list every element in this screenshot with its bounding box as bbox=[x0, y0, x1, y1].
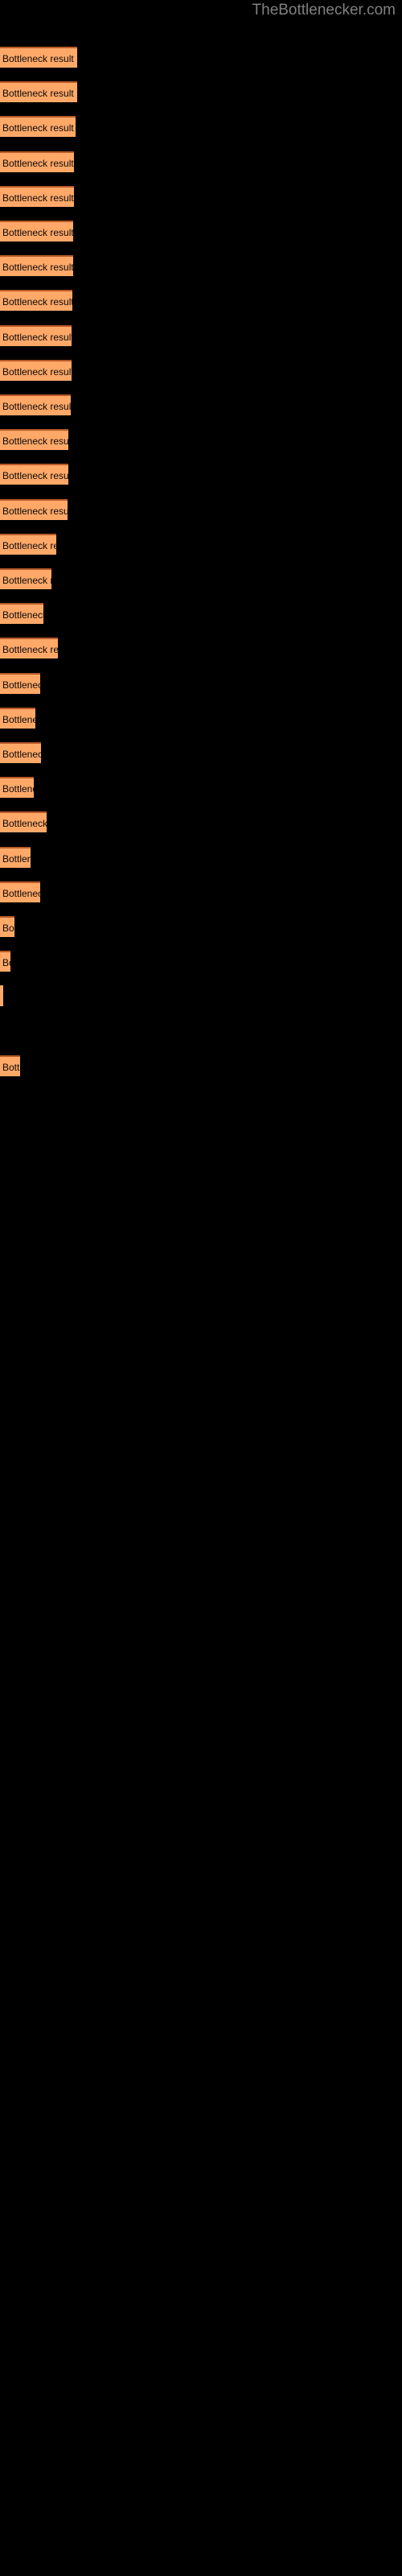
bar-row: Bottleneck result bbox=[0, 777, 402, 799]
bar-row: Bottleneck result bbox=[0, 568, 402, 589]
bar-label: Bottleneck result bbox=[2, 296, 72, 308]
bar[interactable]: Bottleneck result bbox=[0, 638, 58, 659]
bar-label: Bottleneck result bbox=[2, 713, 35, 725]
bar-label: Bottleneck result bbox=[2, 957, 10, 969]
bar-label: Bottleneck result bbox=[2, 157, 74, 169]
bar-label: Bottleneck result bbox=[2, 53, 74, 64]
bar-label: Bottleneck result bbox=[2, 365, 72, 378]
bar-label: Bottleneck result bbox=[2, 818, 47, 830]
bar-label: Bottleneck result bbox=[2, 575, 51, 586]
bar-label: Bottleneck result bbox=[2, 923, 14, 934]
bar-row: Bottleneck result bbox=[0, 81, 402, 103]
bar-label: Bottleneck result bbox=[2, 470, 68, 482]
bar-row: Bottleneck result bbox=[0, 1021, 402, 1042]
bar[interactable]: Bottleneck result bbox=[0, 707, 35, 729]
bar-row: Bottleneck result bbox=[0, 255, 402, 277]
bar-row: Bottleneck result bbox=[0, 464, 402, 485]
bar-row: Bottleneck result bbox=[0, 916, 402, 937]
bar-row: Bottleneck result bbox=[0, 324, 402, 346]
bar-row: Bottleneck result bbox=[0, 47, 402, 68]
bar[interactable]: Bottleneck result bbox=[0, 777, 34, 799]
bar[interactable]: Bottleneck result bbox=[0, 742, 41, 763]
bar-row: Bottleneck result bbox=[0, 151, 402, 172]
bar-label: Bottleneck result bbox=[2, 436, 68, 448]
bar[interactable]: Bottleneck result bbox=[0, 185, 74, 207]
bar[interactable]: Bottleneck result bbox=[0, 811, 47, 833]
bar-label: Bottleneck result bbox=[2, 227, 73, 238]
bar-row: Bottleneck result bbox=[0, 359, 402, 381]
bar[interactable]: Bottleneck result bbox=[0, 47, 77, 68]
bar-row: Bottleneck result bbox=[0, 811, 402, 833]
bar-label: Bottleneck result bbox=[2, 262, 73, 274]
bar-label: Bottleneck result bbox=[2, 852, 31, 865]
bar-row: Bottleneck result bbox=[0, 707, 402, 729]
bar-label: Bottleneck result bbox=[2, 505, 68, 517]
bar-row: Bottleneck result bbox=[0, 394, 402, 415]
bar[interactable]: Bottleneck result bbox=[0, 1055, 20, 1076]
bar-label: Bottleneck result bbox=[2, 609, 43, 621]
bar[interactable]: Bottleneck result bbox=[0, 916, 14, 937]
plot-area: Bottleneck result Bottleneck result Bottle… bbox=[0, 0, 402, 2576]
bar-label: Bottleneck result bbox=[2, 749, 41, 760]
bar[interactable]: Bottleneck result bbox=[0, 290, 72, 312]
bar[interactable]: Bottleneck result bbox=[0, 324, 72, 346]
bar[interactable]: Bottleneck result bbox=[0, 151, 74, 172]
bar[interactable]: Bottleneck result bbox=[0, 985, 3, 1007]
bar[interactable]: Bottleneck result bbox=[0, 568, 51, 589]
bar-label: Bottleneck result bbox=[2, 887, 40, 899]
bar-row: Bottleneck result bbox=[0, 846, 402, 868]
bar[interactable]: Bottleneck result bbox=[0, 951, 10, 972]
bar[interactable]: Bottleneck result bbox=[0, 881, 40, 902]
bar-row: Bottleneck result bbox=[0, 985, 402, 1007]
bar[interactable]: Bottleneck result bbox=[0, 255, 73, 277]
bar[interactable]: Bottleneck result bbox=[0, 394, 71, 415]
bar[interactable]: Bottleneck result bbox=[0, 846, 31, 868]
bar[interactable]: Bottleneck result bbox=[0, 464, 68, 485]
bar[interactable]: Bottleneck result bbox=[0, 221, 73, 242]
bar[interactable]: Bottleneck result bbox=[0, 603, 43, 625]
bar-row: Bottleneck result bbox=[0, 290, 402, 312]
bar-row: Bottleneck result bbox=[0, 742, 402, 763]
bar[interactable]: Bottleneck result bbox=[0, 672, 40, 694]
bar-row: Bottleneck result bbox=[0, 116, 402, 138]
bar-label: Bottleneck result bbox=[2, 644, 58, 656]
bar-label: Bottleneck result bbox=[2, 985, 3, 1006]
bar-row: Bottleneck result bbox=[0, 533, 402, 555]
bar-row: Bottleneck result bbox=[0, 881, 402, 902]
bar-row: Bottleneck result bbox=[0, 603, 402, 625]
bar[interactable]: Bottleneck result bbox=[0, 498, 68, 520]
bar[interactable]: Bottleneck result bbox=[0, 116, 76, 138]
bar-label: Bottleneck result bbox=[2, 88, 74, 100]
bar-label: Bottleneck result bbox=[2, 192, 74, 204]
bar-row: Bottleneck result bbox=[0, 429, 402, 451]
bar-label: Bottleneck result bbox=[2, 1061, 20, 1073]
bar[interactable]: Bottleneck result bbox=[0, 429, 68, 451]
bar-label: Bottleneck result bbox=[2, 679, 40, 691]
bar-label: Bottleneck result bbox=[2, 539, 56, 551]
bar-label: Bottleneck result bbox=[2, 331, 72, 343]
bar-row: Bottleneck result bbox=[0, 672, 402, 694]
bar[interactable]: Bottleneck result bbox=[0, 81, 77, 103]
bar[interactable]: Bottleneck result bbox=[0, 533, 56, 555]
bar-row: Bottleneck result bbox=[0, 185, 402, 207]
bar-row: Bottleneck result bbox=[0, 638, 402, 659]
bar-row: Bottleneck result bbox=[0, 1055, 402, 1076]
bar-label: Bottleneck result bbox=[2, 122, 74, 134]
bottleneck-bar-chart: TheBottlenecker.com Bottleneck result Bot… bbox=[0, 0, 402, 2576]
bar-row: Bottleneck result bbox=[0, 498, 402, 520]
bar-label: Bottleneck result bbox=[2, 783, 34, 795]
bar-row: Bottleneck result bbox=[0, 951, 402, 972]
bar[interactable]: Bottleneck result bbox=[0, 359, 72, 381]
bar-label: Bottleneck result bbox=[2, 401, 71, 412]
bar-row: Bottleneck result bbox=[0, 221, 402, 242]
